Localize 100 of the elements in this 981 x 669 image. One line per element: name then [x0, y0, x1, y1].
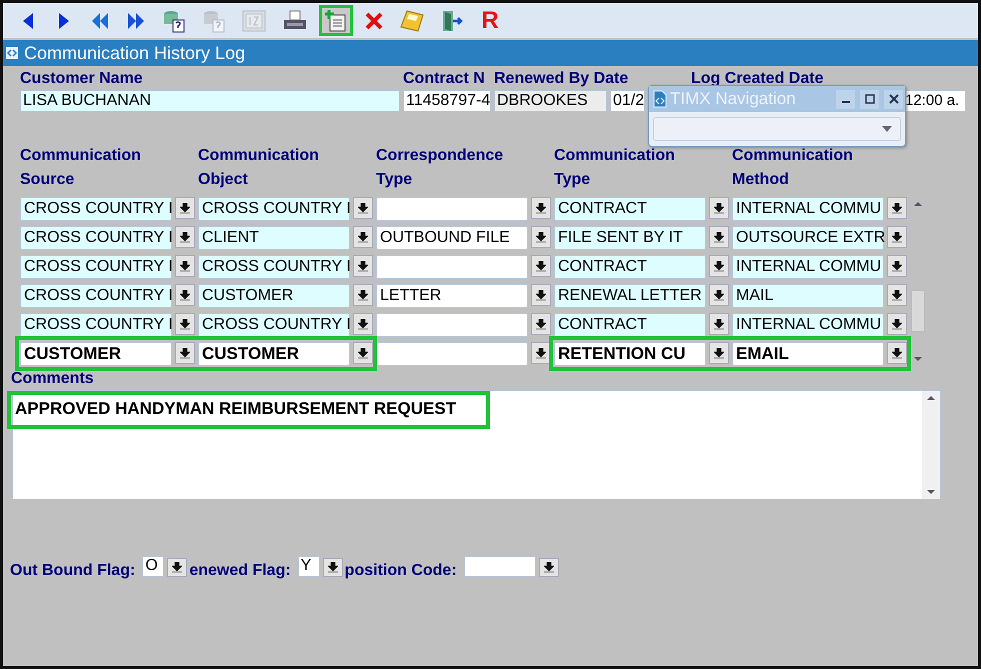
text-field[interactable] [464, 556, 536, 577]
dropdown-button[interactable] [353, 197, 373, 219]
scroll-thumb[interactable] [911, 290, 925, 332]
dropdown-button[interactable] [887, 284, 907, 306]
table-field[interactable]: CUSTOMER [198, 342, 350, 366]
form-title: Communication History Log [24, 42, 246, 64]
dropdown-button[interactable] [531, 197, 551, 219]
table-field[interactable] [376, 255, 528, 279]
table-field[interactable]: RENEWAL LETTER [554, 284, 706, 308]
dropdown-button[interactable] [175, 284, 195, 306]
text-field[interactable]: DBROOKES [494, 90, 607, 112]
table-field[interactable]: CROSS COUNTRY I [20, 197, 172, 221]
table-field[interactable]: CONTRACT [554, 313, 706, 337]
dropdown-button[interactable] [709, 342, 729, 364]
dropdown-button[interactable] [353, 284, 373, 306]
down-arrow-icon [180, 232, 190, 242]
report-button[interactable]: R [475, 5, 505, 36]
down-arrow-icon [536, 348, 546, 358]
table-field[interactable]: CROSS COUNTRY I [20, 313, 172, 337]
dropdown-button[interactable] [887, 226, 907, 248]
table-field[interactable]: OUTBOUND FILE [376, 226, 528, 250]
table-field[interactable]: CROSS COUNTRY I [20, 255, 172, 279]
dropdown-button[interactable] [709, 255, 729, 277]
table-field[interactable]: CROSS COUNTRY I [198, 197, 350, 221]
down-arrow-icon [892, 290, 902, 300]
dropdown-button[interactable] [709, 226, 729, 248]
dropdown-button[interactable] [887, 342, 907, 364]
table-field[interactable]: INTERNAL COMMU [732, 313, 884, 337]
dropdown-button[interactable] [709, 197, 729, 219]
dropdown-button[interactable] [322, 558, 343, 577]
down-arrow-icon [358, 290, 368, 300]
new-record-icon [324, 8, 348, 32]
down-arrow-icon [172, 562, 182, 573]
dropdown-button[interactable] [531, 284, 551, 306]
table-field[interactable]: CROSS COUNTRY I [198, 255, 350, 279]
dropdown-button[interactable] [531, 255, 551, 277]
dropdown-field[interactable] [653, 117, 901, 141]
table-field[interactable]: OUTSOURCE EXTR [732, 226, 884, 250]
down-arrow-icon [892, 260, 902, 272]
maximize-button[interactable] [860, 90, 879, 108]
table-field[interactable]: LETTER [376, 284, 528, 308]
table-field[interactable]: FILE SENT BY IT [554, 226, 706, 250]
table-field[interactable]: CONTRACT [554, 255, 706, 279]
dropdown-button[interactable] [887, 197, 907, 219]
dropdown-button[interactable] [175, 342, 195, 364]
dropdown-button[interactable] [531, 342, 551, 364]
down-arrow-icon [714, 202, 724, 214]
dropdown-button[interactable] [538, 558, 559, 577]
scrollbar[interactable] [922, 391, 940, 499]
table-field[interactable]: INTERNAL COMMU [732, 255, 884, 279]
table-field[interactable]: INTERNAL COMMU [732, 197, 884, 221]
down-arrow-icon [180, 260, 190, 272]
table-field[interactable]: CROSS COUNTRY I [20, 284, 172, 308]
down-arrow-icon [892, 202, 902, 214]
column-header: Correspondence Type [376, 146, 504, 190]
table-field[interactable] [376, 313, 528, 337]
text-field[interactable]: LISA BUCHANAN [20, 90, 400, 112]
down-arrow-icon [180, 202, 190, 214]
dropdown-button[interactable] [709, 313, 729, 335]
table-field[interactable]: CROSS COUNTRY I [198, 313, 350, 337]
down-arrow-icon [358, 232, 368, 242]
column-header: Communication Type [554, 146, 676, 190]
dropdown-button[interactable] [353, 255, 373, 277]
dropdown-button[interactable] [887, 313, 907, 335]
right-arrow-icon [58, 12, 70, 30]
dropdown-button[interactable] [175, 197, 195, 219]
field-label: Renewed By Date [494, 70, 630, 88]
toolbar-button[interactable] [319, 5, 353, 36]
table-field[interactable]: CROSS COUNTRY I [20, 226, 172, 250]
down-arrow-icon [180, 290, 190, 300]
dropdown-button[interactable] [175, 255, 195, 277]
dropdown-button[interactable] [531, 226, 551, 248]
database-query-icon [202, 8, 226, 32]
dropdown-button[interactable] [167, 558, 188, 577]
minimize-button[interactable] [836, 90, 855, 108]
table-field[interactable]: MAIL [732, 284, 884, 308]
dropdown-button[interactable] [175, 226, 195, 248]
table-field[interactable] [376, 342, 528, 366]
table-field[interactable]: CLIENT [198, 226, 350, 250]
down-arrow-icon [328, 562, 338, 573]
table-field[interactable]: RETENTION CU [554, 342, 706, 366]
text-field[interactable]: Y [298, 556, 320, 577]
dropdown-button[interactable] [353, 226, 373, 248]
dropdown-button[interactable] [353, 342, 373, 364]
dropdown-button[interactable] [531, 313, 551, 335]
text-field[interactable]: 01/2 [610, 90, 645, 112]
table-field[interactable]: EMAIL [732, 342, 884, 366]
table-field[interactable] [376, 197, 528, 221]
dropdown-button[interactable] [887, 255, 907, 277]
table-field[interactable]: CONTRACT [554, 197, 706, 221]
printer-icon [282, 10, 308, 32]
text-field[interactable]: 11458797-4 [403, 90, 491, 112]
dropdown-button[interactable] [353, 313, 373, 335]
dropdown-button[interactable] [175, 313, 195, 335]
close-button[interactable] [884, 90, 903, 108]
dropdown-button[interactable] [709, 284, 729, 306]
table-field[interactable]: CUSTOMER [198, 284, 350, 308]
down-arrow-icon [180, 318, 190, 330]
text-field[interactable]: O [142, 556, 164, 577]
table-field[interactable]: CUSTOMER [20, 342, 172, 366]
